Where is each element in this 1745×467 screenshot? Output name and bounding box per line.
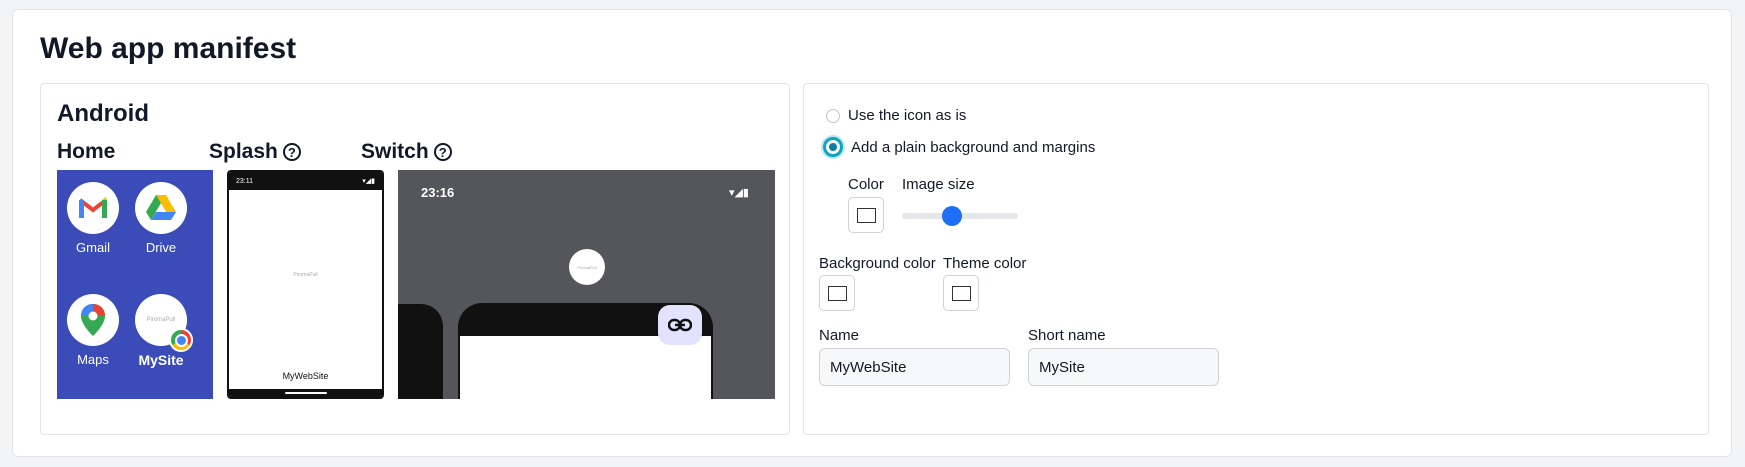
name-input[interactable]	[819, 348, 1010, 386]
app-label: Drive	[145, 240, 177, 255]
color-swatch[interactable]	[848, 197, 884, 233]
recent-app-card	[398, 304, 443, 399]
maps-icon	[67, 294, 119, 346]
status-bar: 23:11 ▾◢▮	[229, 172, 382, 190]
app-gmail: Gmail	[61, 182, 125, 255]
drive-icon	[135, 182, 187, 234]
theme-color-swatch[interactable]	[943, 275, 979, 311]
app-label: MySite	[138, 352, 184, 368]
nav-bar	[229, 389, 382, 397]
manifest-card: Web app manifest Android Home Splash ? S…	[12, 9, 1732, 457]
site-icon: PiromaPull	[135, 294, 193, 352]
switch-preview: 23:16 ▾◢▮ PiromaPull	[398, 170, 775, 399]
splash-preview: 23:11 ▾◢▮ PiromaPull MyWebSite	[227, 170, 384, 399]
splash-help-icon[interactable]: ?	[282, 143, 301, 161]
icon-options-panel: Use the icon as is Add a plain backgroun…	[803, 83, 1709, 435]
page-title: Web app manifest	[40, 32, 297, 65]
switch-heading: Switch ?	[361, 140, 452, 164]
link-icon	[658, 305, 702, 345]
name-label: Name	[819, 327, 860, 344]
app-drive: Drive	[129, 182, 193, 255]
status-icons: ▾◢▮	[728, 187, 749, 199]
short-name-input[interactable]	[1028, 348, 1219, 386]
home-preview: Gmail Drive Maps PiromaPull MySite	[57, 170, 213, 399]
chrome-badge-icon	[169, 328, 193, 352]
splash-logo: PiromaPull	[293, 272, 318, 278]
color-label: Color	[848, 176, 884, 193]
status-time: 23:16	[421, 185, 455, 200]
app-label: Gmail	[76, 240, 110, 255]
short-name-label: Short name	[1028, 327, 1106, 344]
app-label: Maps	[77, 352, 109, 367]
gmail-icon	[67, 182, 119, 234]
radio-button-selected[interactable]	[823, 137, 843, 157]
android-heading: Android	[57, 100, 149, 127]
switch-help-icon[interactable]: ?	[433, 143, 452, 161]
home-heading: Home	[57, 140, 116, 163]
switch-app-logo: PiromaPull	[569, 249, 605, 285]
background-color-swatch[interactable]	[819, 275, 855, 311]
splash-app-name: MyWebSite	[282, 371, 329, 381]
theme-color-label: Theme color	[943, 255, 1027, 272]
slider-thumb[interactable]	[942, 206, 963, 226]
android-preview-panel: Android Home Splash ? Switch ? Gmail Dri…	[40, 83, 790, 435]
radio-plain-background[interactable]: Add a plain background and margins	[823, 137, 1095, 157]
radio-use-as-is[interactable]: Use the icon as is	[826, 107, 966, 124]
app-maps: Maps	[61, 294, 125, 367]
background-color-label: Background color	[819, 255, 936, 272]
image-size-label: Image size	[902, 176, 975, 193]
splash-heading: Splash ?	[209, 140, 301, 164]
image-size-slider[interactable]	[902, 206, 1018, 226]
status-icons: ▾◢▮	[362, 178, 375, 185]
app-mysite: PiromaPull MySite	[129, 294, 193, 368]
radio-button[interactable]	[826, 108, 840, 123]
